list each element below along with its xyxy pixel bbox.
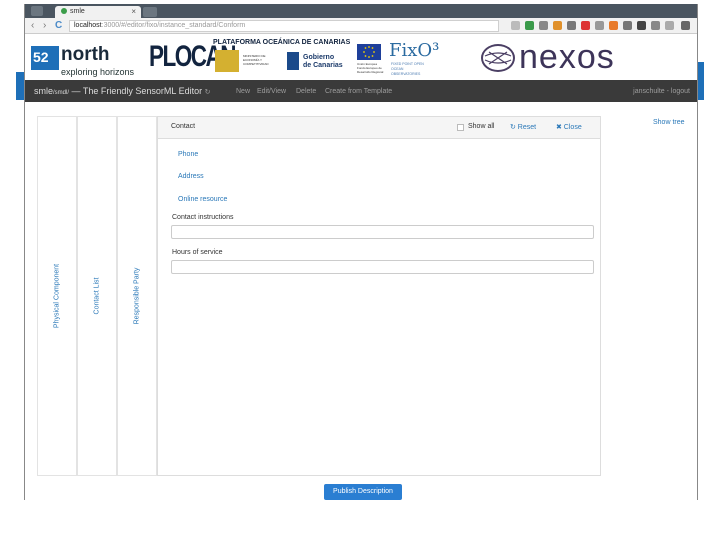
tab-contact-list-label: Contact List: [93, 277, 101, 315]
tab-title: smle: [70, 8, 85, 15]
extension-red-icon[interactable]: [581, 21, 590, 30]
logo-52north: 52 north exploring horizons: [31, 44, 151, 80]
logo-52north-box: 52: [31, 46, 59, 70]
logo-52north-word: north: [61, 44, 110, 65]
address-link[interactable]: Address: [178, 173, 204, 180]
plocan-subtitle: PLATAFORMA OCEÁNICA DE CANARIAS: [213, 39, 351, 46]
project-logo-banner: 52 north exploring horizons PLOCAN PLATA…: [25, 34, 697, 84]
show-tree-link[interactable]: Show tree: [653, 119, 685, 126]
slide-accent-left: [16, 72, 24, 100]
eu-flag-icon: [357, 44, 381, 60]
spain-ministry-text: MINISTERIO DE ECONOMÍA Y COMPETITIVIDAD: [243, 54, 269, 66]
extension-ext-icon[interactable]: [665, 21, 674, 30]
refresh-icon[interactable]: ↻: [205, 89, 211, 96]
extension-gray-icon[interactable]: [539, 21, 548, 30]
contact-instructions-label: Contact instructions: [172, 214, 234, 221]
reset-button[interactable]: ↻ Reset: [510, 123, 536, 131]
contact-panel: Contact Show all ↻ Reset ✖ Close Phone A…: [157, 116, 601, 476]
spain-crest-icon: [215, 50, 239, 72]
extension-dark-icon[interactable]: [637, 21, 646, 30]
nav-delete[interactable]: Delete: [296, 88, 316, 95]
editor-main: Physical Component Contact List Responsi…: [25, 102, 697, 500]
panel-title: Contact: [171, 123, 196, 130]
show-all-label[interactable]: Show all: [468, 123, 494, 130]
contact-panel-header: Contact Show all ↻ Reset ✖ Close: [158, 117, 600, 139]
url-field[interactable]: localhost:3000/#/editor/fixo/instance_st…: [69, 20, 499, 32]
hours-of-service-field[interactable]: [171, 260, 594, 274]
logo-52north-tagline: exploring horizons: [61, 67, 135, 77]
address-bar-row: ‹ › C localhost:3000/#/editor/fixo/insta…: [25, 18, 697, 34]
tab-physical-component-label: Physical Component: [53, 263, 61, 329]
show-all-checkbox[interactable]: [457, 124, 464, 131]
url-host: localhost: [74, 22, 102, 29]
tab-responsible-party[interactable]: Responsible Party: [117, 116, 157, 476]
nav-new[interactable]: New: [236, 88, 250, 95]
canarias-text-line1: Gobierno: [303, 54, 335, 61]
canarias-text-line2: de Canarias: [303, 62, 343, 69]
favicon-icon: [61, 8, 67, 15]
online-resource-link[interactable]: Online resource: [178, 196, 227, 203]
brand-title: — The Friendly SensorML Editor: [69, 86, 203, 96]
tab-physical-component[interactable]: Physical Component: [37, 116, 77, 476]
extension-shield-icon[interactable]: [651, 21, 660, 30]
brand-sub: /smdl/: [53, 90, 70, 96]
window-menu-button[interactable]: [31, 6, 43, 16]
browser-tab-bar: smle ×: [25, 4, 697, 18]
contact-instructions-field[interactable]: [171, 225, 594, 239]
url-path: :3000/#/editor/fixo/instance_standard/Co…: [101, 22, 246, 29]
publish-description-button[interactable]: Publish Description: [324, 484, 402, 500]
slide-background: smle × ‹ › C localhost:3000/#/editor/fix…: [0, 0, 720, 540]
app-brand[interactable]: smle/smdl/ — The Friendly SensorML Edito…: [34, 86, 210, 96]
forward-icon[interactable]: ›: [43, 20, 46, 32]
close-button[interactable]: ✖ Close: [556, 123, 582, 131]
fixo3-subtitle: FIXED POINT OPEN OCEAN OBSERVATORIES: [391, 62, 424, 76]
logo-nexos: nexos: [519, 38, 615, 76]
tab-contact-list[interactable]: Contact List: [77, 116, 117, 476]
extension-box-icon[interactable]: [595, 21, 604, 30]
chrome-menu-icon[interactable]: [681, 21, 690, 30]
extension-a-icon[interactable]: [623, 21, 632, 30]
browser-window: smle × ‹ › C localhost:3000/#/editor/fix…: [24, 4, 698, 500]
nexos-globe-icon: [481, 44, 515, 72]
nav-edit-view[interactable]: Edit/View: [257, 88, 286, 95]
tab-close-icon[interactable]: ×: [131, 7, 136, 16]
canarias-crest-icon: [287, 52, 299, 70]
brand-name: smle: [34, 86, 54, 96]
reload-icon[interactable]: C: [55, 20, 62, 32]
nav-create-from-template[interactable]: Create from Template: [325, 88, 392, 95]
user-logout-link[interactable]: janschulte - logout: [633, 88, 690, 95]
new-tab-button[interactable]: [143, 7, 157, 17]
tab-responsible-party-label: Responsible Party: [133, 267, 141, 325]
back-icon[interactable]: ‹: [31, 20, 34, 32]
extension-orange-icon[interactable]: [553, 21, 562, 30]
browser-tab[interactable]: smle ×: [55, 6, 141, 18]
extension-screen-icon[interactable]: [567, 21, 576, 30]
app-navbar: smle/smdl/ — The Friendly SensorML Edito…: [25, 80, 697, 102]
extension-bookmark-icon[interactable]: [609, 21, 618, 30]
bookmark-star-icon[interactable]: [511, 21, 520, 30]
extension-green-icon[interactable]: [525, 21, 534, 30]
logo-fixo3: FixO³: [389, 40, 440, 61]
hours-of-service-label: Hours of service: [172, 249, 223, 256]
canarias-text: Gobierno de Canarias: [303, 54, 343, 70]
phone-link[interactable]: Phone: [178, 151, 198, 158]
eu-text: Unión Europea Fondo Europeo de Desarroll…: [357, 62, 384, 74]
